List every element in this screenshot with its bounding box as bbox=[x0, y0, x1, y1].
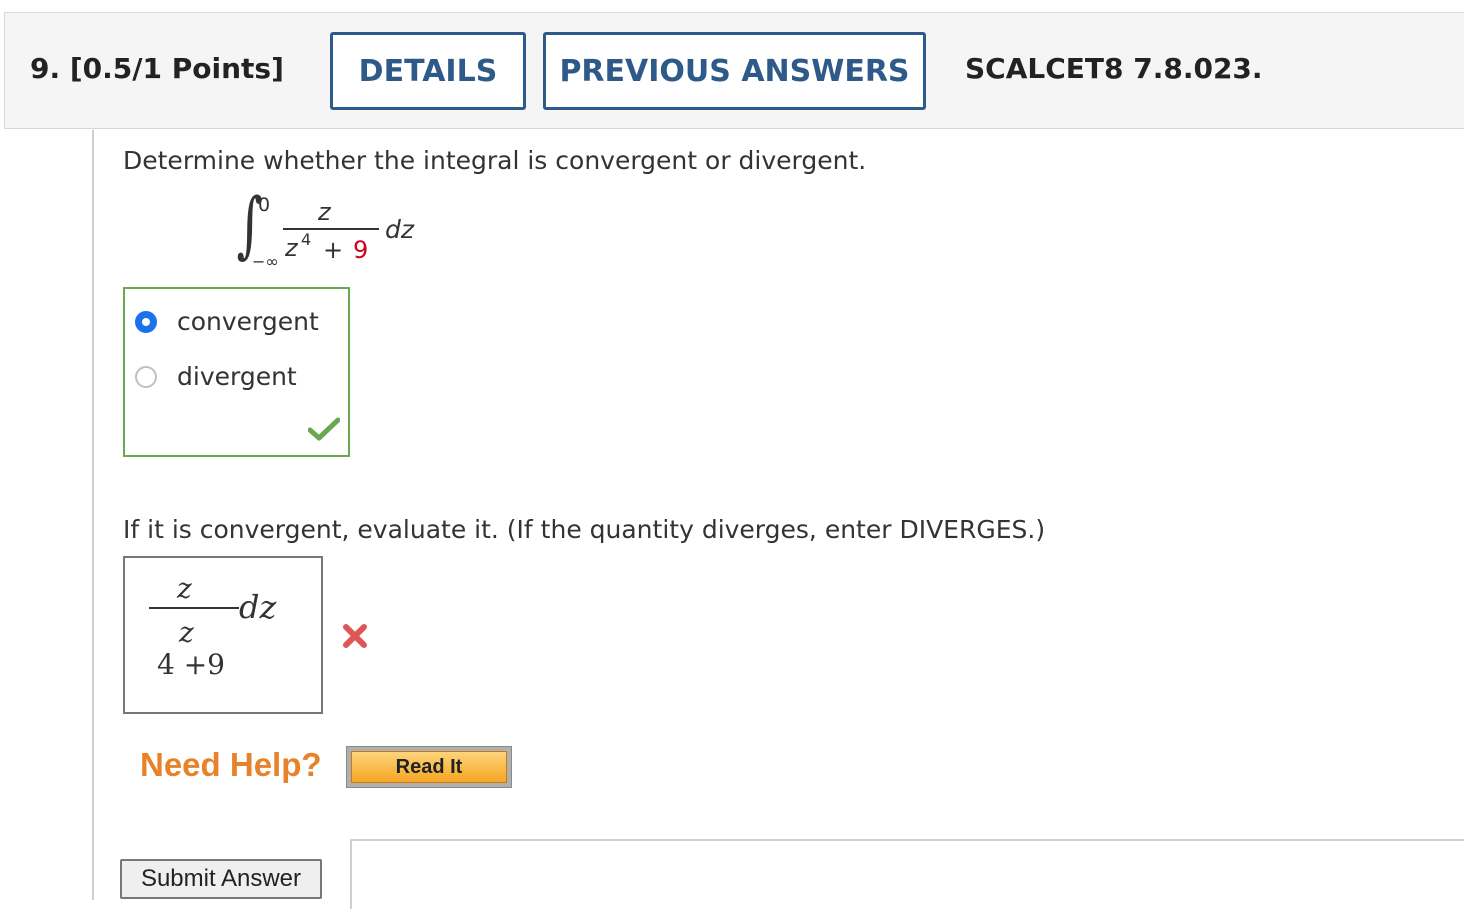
part1-prompt: Determine whether the integral is conver… bbox=[123, 146, 867, 175]
answer-input[interactable]: z dz z 4 +9 bbox=[123, 556, 323, 714]
option-label: convergent bbox=[177, 307, 319, 336]
submit-answer-button[interactable]: Submit Answer bbox=[120, 859, 322, 899]
content-divider bbox=[92, 130, 94, 900]
read-it-label: Read It bbox=[351, 751, 507, 783]
check-icon bbox=[308, 417, 340, 441]
integrand-denominator-exponent: 4 bbox=[301, 230, 312, 249]
radio-divergent[interactable] bbox=[135, 365, 157, 388]
question-code: SCALCET8 7.8.023. bbox=[965, 52, 1263, 85]
part2-prompt: If it is convergent, evaluate it. (If th… bbox=[123, 515, 1046, 544]
previous-answers-button[interactable]: PREVIOUS ANSWERS bbox=[543, 32, 926, 110]
integral-lower-limit: −∞ bbox=[252, 252, 279, 271]
need-help-label: Need Help? bbox=[140, 746, 322, 783]
answer-fraction-bar bbox=[149, 607, 239, 609]
question-number-points: 9. [0.5/1 Points] bbox=[30, 52, 284, 85]
fraction-bar bbox=[283, 228, 379, 230]
question-number: 9. bbox=[30, 52, 61, 85]
option-label: divergent bbox=[177, 362, 297, 391]
integrand-numerator: z bbox=[318, 198, 331, 226]
points-label: [0.5/1 Points] bbox=[69, 52, 284, 85]
answer-denominator-var: z bbox=[179, 616, 194, 649]
bottom-panel bbox=[350, 839, 1464, 909]
answer-numerator: z bbox=[177, 572, 192, 605]
option-convergent[interactable]: convergent bbox=[135, 307, 319, 336]
integrand-denominator-base: z bbox=[285, 234, 298, 262]
integral-upper-limit: 0 bbox=[258, 194, 271, 216]
integrand-denominator-constant: 9 bbox=[353, 236, 369, 264]
integral-differential: dz bbox=[385, 215, 414, 244]
answer-choices-box: convergent divergent bbox=[123, 287, 350, 457]
read-it-button[interactable]: Read It bbox=[346, 746, 512, 788]
answer-differential: dz bbox=[239, 588, 277, 626]
integral-expression: ∫ 0 −∞ z z 4 + 9 dz bbox=[225, 182, 445, 280]
x-icon bbox=[343, 624, 367, 648]
radio-convergent[interactable] bbox=[135, 310, 157, 333]
integrand-denominator-plus: + bbox=[323, 236, 344, 264]
details-button[interactable]: DETAILS bbox=[330, 32, 526, 110]
option-divergent[interactable]: divergent bbox=[135, 362, 297, 391]
answer-denominator-expr: 4 +9 bbox=[157, 648, 225, 681]
